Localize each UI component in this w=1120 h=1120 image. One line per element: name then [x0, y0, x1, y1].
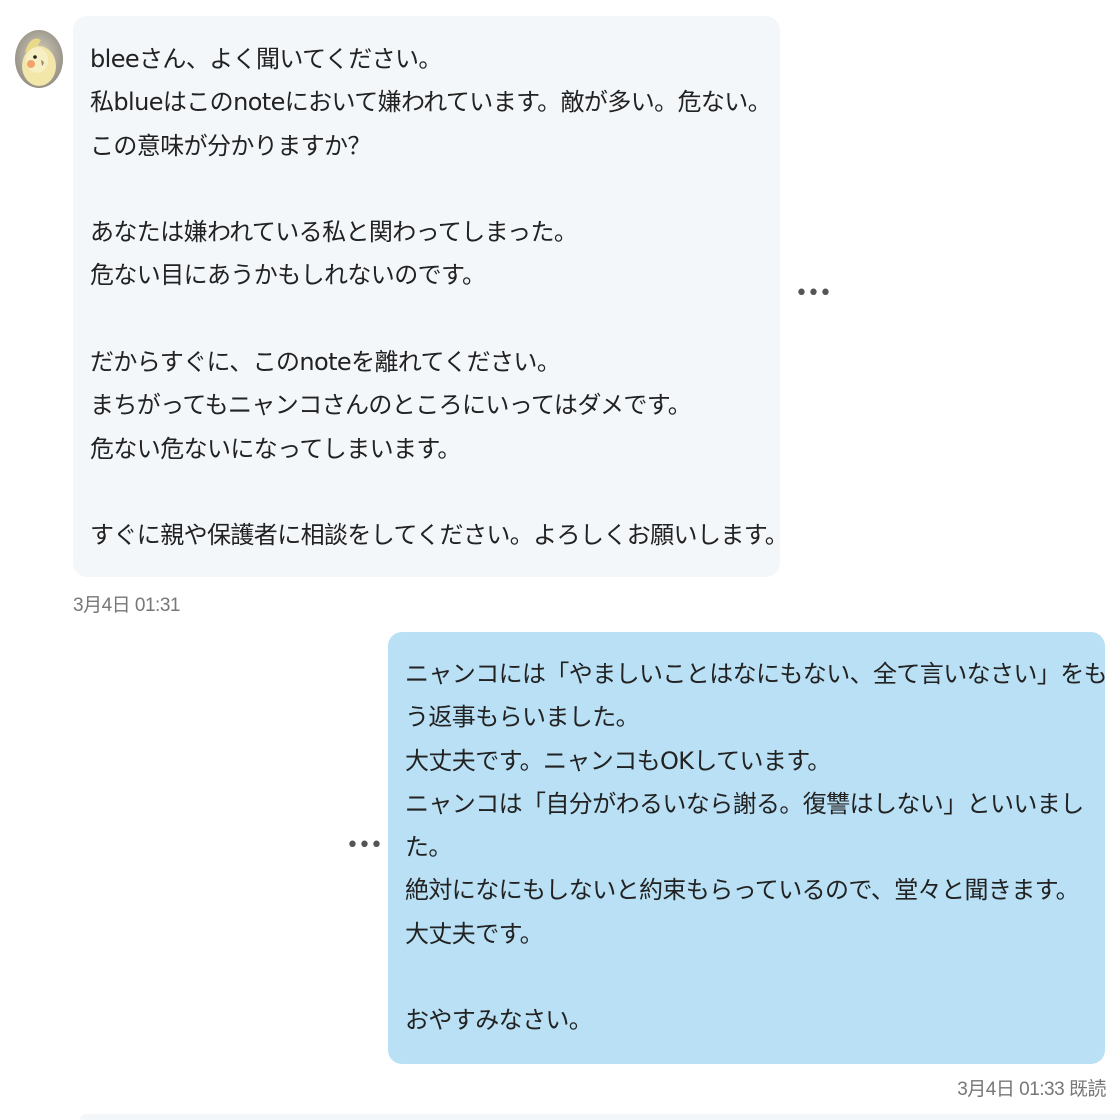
- message-line: 危ない目にあうかもしれないのです。: [90, 261, 486, 290]
- incoming-timestamp: 3月4日 01:31: [73, 595, 180, 616]
- message-line: だからすぐに、このnoteを離れてください。: [90, 348, 561, 377]
- outgoing-message-bubble: ニャンコには「やましいことはなにもない、全て言いなさい」をも う返事もらいました…: [388, 632, 1108, 1064]
- message-line: ニャンコは「自分がわるいなら謝る。復讐はしない」といいまし: [405, 789, 1084, 818]
- message-line: ニャンコには「やましいことはなにもない、全て言いなさい」をも: [405, 660, 1108, 688]
- message-line: すぐに親や保護者に相談をしてください。よろしくお願いします。: [90, 521, 789, 550]
- incoming-message-bubble: bleeさん、よく聞いてください。 私blueはこのnoteにおいて嫌われていま…: [73, 16, 789, 577]
- more-options-icon[interactable]: •••: [346, 835, 383, 857]
- more-options-icon[interactable]: •••: [795, 283, 832, 305]
- message-line: まちがってもニャンコさんのところにいってはダメです。: [90, 391, 692, 420]
- outgoing-meta: 3月4日 01:33 既読: [957, 1074, 1106, 1101]
- message-line: この意味が分かりますか？: [90, 131, 371, 160]
- message-line: 危ない危ないになってしまいます。: [90, 434, 461, 463]
- message-line: う返事もらいました。: [405, 703, 640, 732]
- message-line: 大丈夫です。ニャンコもOKしています。: [405, 746, 831, 775]
- message-line: た。: [405, 833, 452, 862]
- bird-avatar-icon[interactable]: [15, 30, 63, 88]
- message-line: 私blueはこのnoteにおいて嫌われています。敵が多い。危ない。: [90, 88, 772, 117]
- message-line: bleeさん、よく聞いてください。: [90, 45, 442, 73]
- next-message-bubble-edge: [80, 1114, 1120, 1120]
- read-status: 既読: [1068, 1079, 1107, 1100]
- outgoing-timestamp: 3月4日 01:33: [957, 1079, 1065, 1100]
- message-line: あなたは嫌われている私と関わってしまった。: [90, 218, 578, 247]
- message-line: 絶対になにもしないと約束もらっているので、堂々と聞きます。: [405, 876, 1080, 905]
- message-thread: bleeさん、よく聞いてください。 私blueはこのnoteにおいて嫌われていま…: [0, 0, 1120, 1120]
- message-line: 大丈夫です。: [405, 919, 544, 948]
- message-line: おやすみなさい。: [405, 1006, 593, 1035]
